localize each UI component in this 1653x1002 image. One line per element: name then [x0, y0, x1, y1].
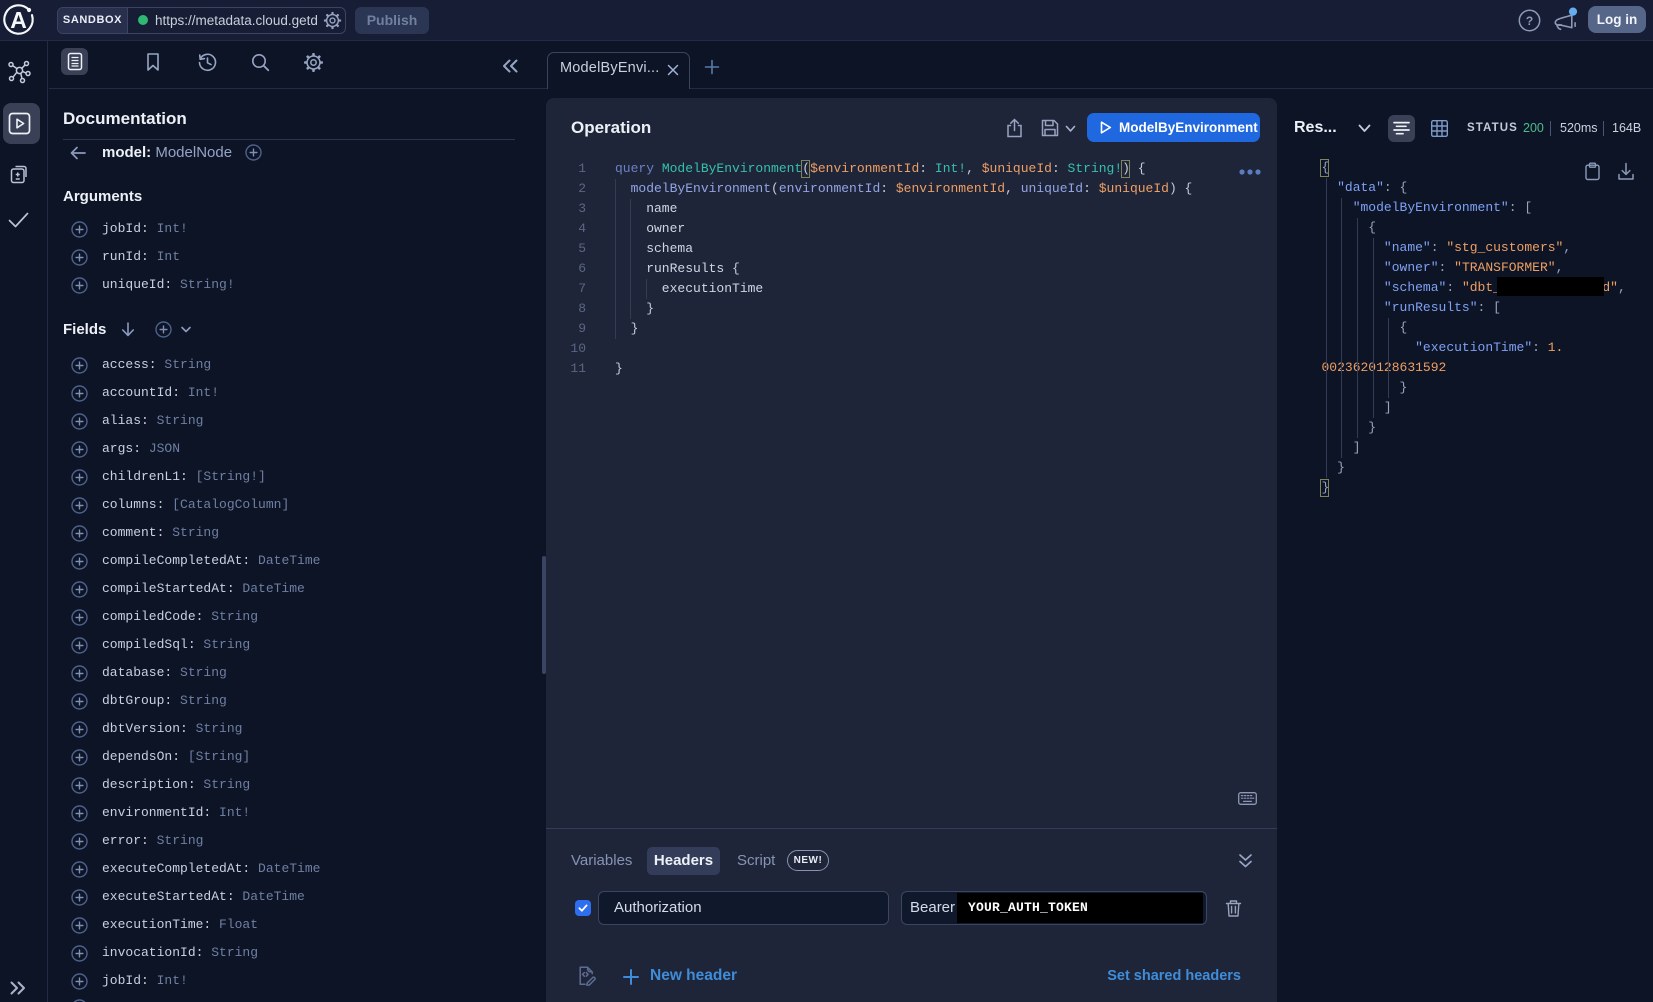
svg-text:?: ?: [1526, 14, 1533, 28]
svg-text:A: A: [10, 7, 27, 33]
